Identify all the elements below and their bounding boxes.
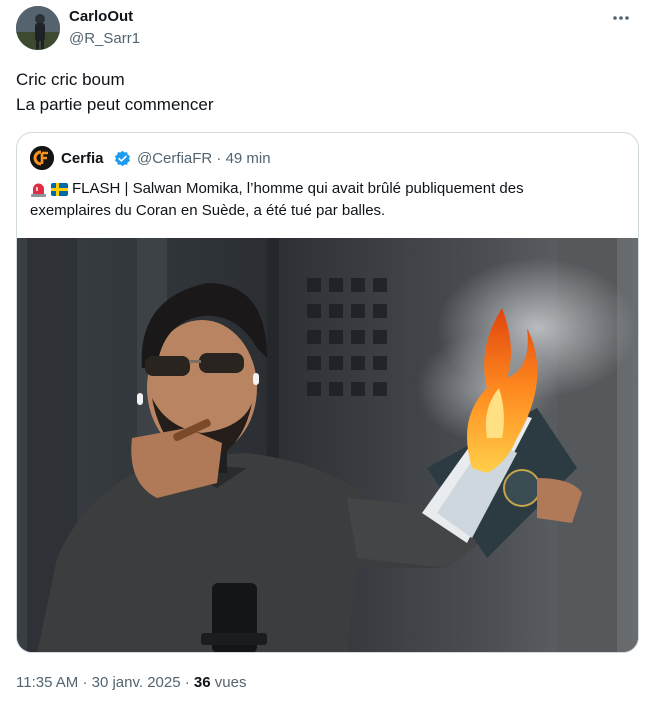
quoted-author-name[interactable]: Cerfia <box>61 150 104 167</box>
quoted-tweet-time[interactable]: 49 min <box>226 150 271 167</box>
tweet-meta: 11:35 AM · 30 janv. 2025 · 36 vues <box>16 674 246 691</box>
sweden-flag-emoji <box>51 182 68 196</box>
quoted-author-handle[interactable]: @CerfiaFR <box>137 150 212 167</box>
meta-separator: · <box>216 150 222 167</box>
tweet-text-line: La partie peut commencer <box>16 95 214 114</box>
quoted-author-meta: @CerfiaFR · 49 min <box>137 150 271 167</box>
more-options-button[interactable] <box>611 8 631 33</box>
views-count: 36 <box>193 674 211 691</box>
quoted-tweet-text: FLASH | Salwan Momika, l’homme qui avait… <box>30 178 630 222</box>
quoted-text: FLASH | Salwan Momika, l’homme qui avait… <box>72 180 524 197</box>
avatar-image <box>16 6 60 50</box>
author-avatar[interactable] <box>16 6 60 50</box>
police-light-emoji <box>31 183 46 197</box>
quoted-tweet-photo[interactable] <box>17 238 638 652</box>
views-label: vues <box>214 674 247 691</box>
quoted-text-line-2: exemplaires du Coran en Suède, a été tué… <box>30 202 386 219</box>
tweet-text: Cric cric boum La partie peut commencer <box>16 67 214 117</box>
quoted-tweet[interactable]: Cerfia @CerfiaFR · 49 min FLASH | Salwan… <box>16 132 639 653</box>
photo-man-burning-book <box>17 238 638 652</box>
tweet-date[interactable]: 30 janv. 2025 <box>92 674 181 691</box>
verified-badge-icon <box>114 150 131 167</box>
cerfia-logo-avatar[interactable] <box>30 146 54 170</box>
author-name[interactable]: CarloOut <box>69 8 133 25</box>
tweet-detail: CarloOut @R_Sarr1 Cric cric boum La part… <box>0 0 649 702</box>
quoted-text-line-1: FLASH | Salwan Momika, l’homme qui avait… <box>30 178 630 200</box>
meta-separator: · <box>184 674 190 691</box>
tweet-time[interactable]: 11:35 AM <box>16 674 78 691</box>
cerfia-logo-icon <box>30 146 54 170</box>
more-horizontal-icon <box>613 16 629 20</box>
tweet-text-line: Cric cric boum <box>16 70 125 89</box>
meta-separator: · <box>82 674 88 691</box>
author-handle[interactable]: @R_Sarr1 <box>69 30 140 47</box>
